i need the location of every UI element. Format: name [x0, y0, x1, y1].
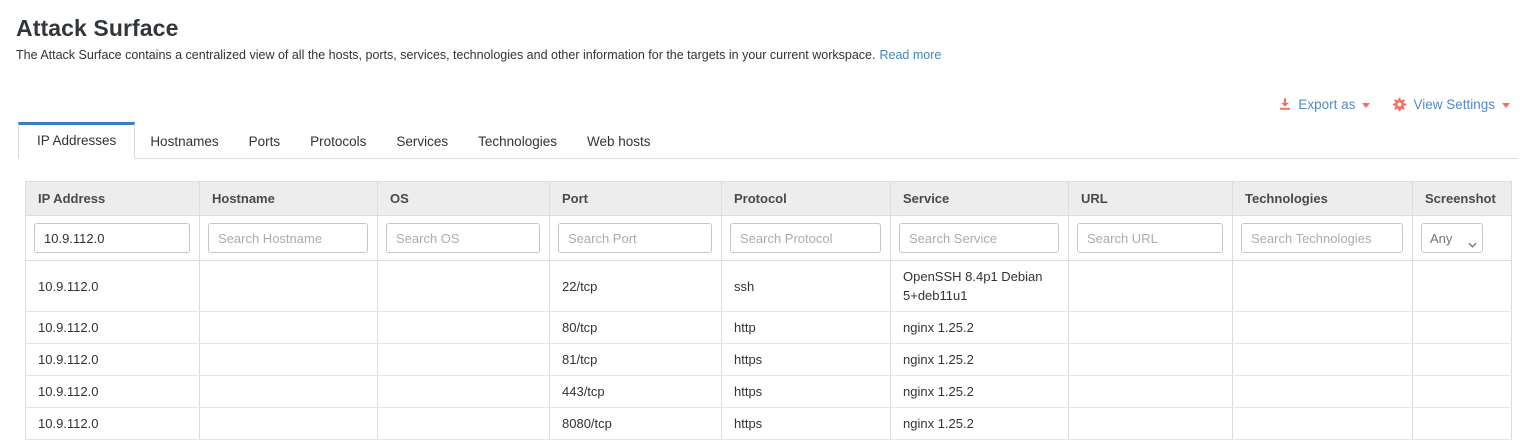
cell-service: OpenSSH 8.4p1 Debian 5+deb11u1 — [891, 261, 1069, 312]
page-header: Attack Surface The Attack Surface contai… — [0, 0, 1536, 63]
cell-os — [378, 312, 550, 344]
read-more-link[interactable]: Read more — [879, 48, 941, 62]
cell-service: nginx 1.25.2 — [891, 312, 1069, 344]
screenshot-filter-select[interactable]: Any — [1421, 223, 1483, 253]
column-header-hostname[interactable]: Hostname — [200, 182, 378, 216]
cell-ip: 10.9.112.0 — [26, 408, 200, 440]
tab-ip-addresses[interactable]: IP Addresses — [18, 122, 135, 159]
cell-hostname — [200, 376, 378, 408]
toolbar: Export as View Settings — [0, 94, 1510, 114]
cell-os — [378, 261, 550, 312]
service-filter-input[interactable] — [899, 223, 1059, 253]
cell-url — [1069, 261, 1233, 312]
column-header-protocol[interactable]: Protocol — [722, 182, 891, 216]
page-title: Attack Surface — [16, 15, 1536, 41]
cell-hostname — [200, 312, 378, 344]
table-header-row: IP Address Hostname OS Port Protocol Ser… — [26, 182, 1512, 216]
column-header-service[interactable]: Service — [891, 182, 1069, 216]
export-as-button[interactable]: Export as — [1278, 97, 1370, 112]
cell-protocol: http — [722, 312, 891, 344]
cell-screenshot — [1413, 376, 1512, 408]
screenshot-filter: Any — [1421, 223, 1483, 253]
cell-technologies — [1233, 344, 1413, 376]
column-header-technologies[interactable]: Technologies — [1233, 182, 1413, 216]
column-header-url[interactable]: URL — [1069, 182, 1233, 216]
table-filter-row: Any — [26, 216, 1512, 261]
cell-os — [378, 408, 550, 440]
cell-ip: 10.9.112.0 — [26, 261, 200, 312]
page-subtitle: The Attack Surface contains a centralize… — [16, 48, 1536, 63]
cell-technologies — [1233, 261, 1413, 312]
column-header-os[interactable]: OS — [378, 182, 550, 216]
cell-technologies — [1233, 376, 1413, 408]
table-row: 10.9.112.0 8080/tcp https nginx 1.25.2 — [26, 408, 1512, 440]
cell-screenshot — [1413, 344, 1512, 376]
cell-protocol: https — [722, 376, 891, 408]
chevron-down-icon — [1502, 103, 1510, 108]
cell-ip: 10.9.112.0 — [26, 376, 200, 408]
cell-port: 8080/tcp — [550, 408, 722, 440]
technologies-filter-input[interactable] — [1241, 223, 1403, 253]
cell-service: nginx 1.25.2 — [891, 408, 1069, 440]
url-filter-input[interactable] — [1077, 223, 1223, 253]
table-row: 10.9.112.0 443/tcp https nginx 1.25.2 — [26, 376, 1512, 408]
cell-url — [1069, 376, 1233, 408]
protocol-filter-input[interactable] — [730, 223, 881, 253]
cell-service: nginx 1.25.2 — [891, 376, 1069, 408]
tab-technologies[interactable]: Technologies — [463, 125, 572, 158]
cell-url — [1069, 344, 1233, 376]
page-description: The Attack Surface contains a centralize… — [16, 48, 875, 62]
cell-protocol: https — [722, 344, 891, 376]
tab-hostnames[interactable]: Hostnames — [135, 125, 233, 158]
cell-ip: 10.9.112.0 — [26, 312, 200, 344]
attack-surface-table: IP Address Hostname OS Port Protocol Ser… — [25, 181, 1512, 440]
view-settings-button[interactable]: View Settings — [1392, 97, 1510, 112]
cell-url — [1069, 408, 1233, 440]
column-header-ip-address[interactable]: IP Address — [26, 182, 200, 216]
cell-hostname — [200, 408, 378, 440]
column-header-port[interactable]: Port — [550, 182, 722, 216]
tab-ports[interactable]: Ports — [234, 125, 296, 158]
table-row: 10.9.112.0 81/tcp https nginx 1.25.2 — [26, 344, 1512, 376]
cell-url — [1069, 312, 1233, 344]
table-row: 10.9.112.0 22/tcp ssh OpenSSH 8.4p1 Debi… — [26, 261, 1512, 312]
export-as-label: Export as — [1298, 97, 1355, 112]
cell-screenshot — [1413, 261, 1512, 312]
gear-icon — [1392, 97, 1407, 112]
chevron-down-icon — [1362, 103, 1370, 108]
cell-technologies — [1233, 312, 1413, 344]
cell-port: 81/tcp — [550, 344, 722, 376]
cell-protocol: https — [722, 408, 891, 440]
port-filter-input[interactable] — [558, 223, 712, 253]
cell-port: 80/tcp — [550, 312, 722, 344]
table-row: 10.9.112.0 80/tcp http nginx 1.25.2 — [26, 312, 1512, 344]
tab-protocols[interactable]: Protocols — [295, 125, 381, 158]
cell-hostname — [200, 344, 378, 376]
tab-web-hosts[interactable]: Web hosts — [572, 125, 666, 158]
column-header-screenshot[interactable]: Screenshot — [1413, 182, 1512, 216]
view-settings-label: View Settings — [1413, 97, 1495, 112]
cell-screenshot — [1413, 312, 1512, 344]
cell-os — [378, 376, 550, 408]
tab-bar: IP Addresses Hostnames Ports Protocols S… — [18, 122, 1518, 159]
cell-port: 443/tcp — [550, 376, 722, 408]
cell-protocol: ssh — [722, 261, 891, 312]
cell-service: nginx 1.25.2 — [891, 344, 1069, 376]
cell-ip: 10.9.112.0 — [26, 344, 200, 376]
os-filter-input[interactable] — [386, 223, 540, 253]
cell-technologies — [1233, 408, 1413, 440]
cell-hostname — [200, 261, 378, 312]
hostname-filter-input[interactable] — [208, 223, 368, 253]
ip-address-filter-input[interactable] — [34, 223, 190, 253]
cell-screenshot — [1413, 408, 1512, 440]
cell-os — [378, 344, 550, 376]
tab-services[interactable]: Services — [381, 125, 463, 158]
cell-port: 22/tcp — [550, 261, 722, 312]
download-icon — [1278, 97, 1292, 111]
